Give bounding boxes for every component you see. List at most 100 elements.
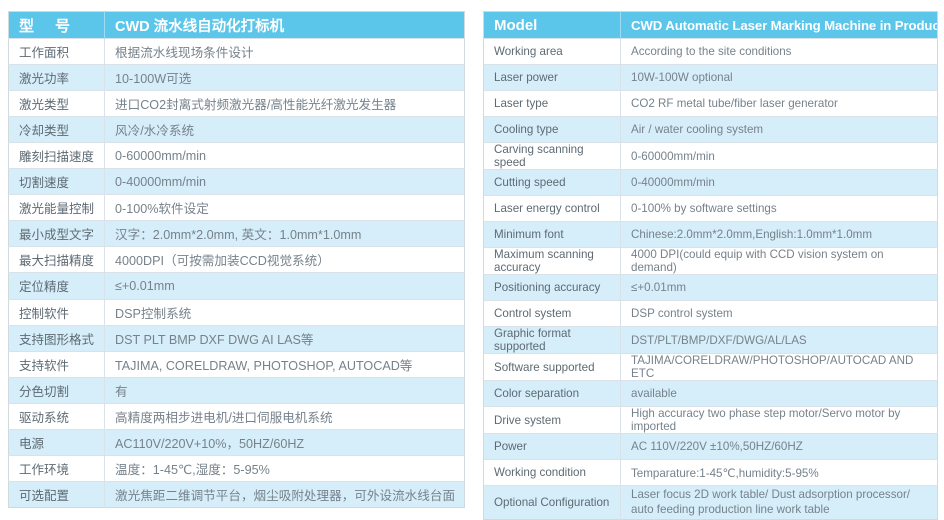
row-value: 0-40000mm/min [620,169,938,196]
row-label: Maximum scanning accuracy [483,247,621,275]
table-row: 激光类型 进口CO2封离式射频激光器/高性能光纤激光发生器 [8,90,465,117]
row-value: 0-100% by software settings [620,195,938,222]
row-label: 支持软件 [8,350,105,378]
row-label: Software supported [483,353,621,381]
row-label: 雕刻扫描速度 [8,142,105,169]
table-row: 控制软件 DSP控制系统 [8,298,465,326]
table-row: 分色切割有 [8,376,465,404]
row-label: 定位精度 [8,272,105,300]
row-value: Air / water cooling system [620,116,938,143]
row-value: High accuracy two phase step motor/Servo… [620,406,938,434]
english-header-model-label: Model [483,11,621,39]
row-label: 切割速度 [8,168,105,195]
row-value: 温度：1-45℃,湿度：5-95% [104,454,465,482]
english-spec-table: Model CWD Automatic Laser Marking Machin… [483,11,938,520]
row-value: DST PLT BMP DXF DWG AI LAS等 [104,324,465,352]
row-label: Color separation [483,380,621,407]
row-value: CO2 RF metal tube/fiber laser generator [620,90,938,117]
table-row: 定位精度 ≤+0.01mm [8,272,465,300]
row-value: 高精度两相步进电机/进口伺服电机系统 [104,402,465,430]
table-row: Optional Configuration Laser focus 2D wor… [483,485,938,520]
spec-sheet-page: 型 号 CWD 流水线自动化打标机 工作面积 根据流水线现场条件设计 激光功率 10-… [0,0,944,520]
table-row: Positioning accuracy ≤+0.01mm [483,274,938,301]
table-row: 工作面积 根据流水线现场条件设计 [8,38,465,65]
row-label: 分色切割 [8,376,105,404]
english-table-header-row: Model CWD Automatic Laser Marking Machin… [483,11,938,39]
row-value: Temparature:1-45℃,humidity:5-95% [620,459,938,486]
row-value: Laser focus 2D work table/ Dust adsorpti… [620,485,938,520]
table-row: 激光能量控制 0-100%软件设定 [8,194,465,221]
row-value: 根据流水线现场条件设计 [104,38,465,65]
row-value: 汉字：2.0mm*2.0mm, 英文：1.0mm*1.0mm [104,220,465,247]
table-row: 电源 AC110V/220V+10%，50HZ/60HZ [8,428,465,456]
chinese-header-model-label: 型 号 [8,11,105,39]
table-row: Cutting speed 0-40000mm/min [483,169,938,196]
row-value: AC110V/220V+10%，50HZ/60HZ [104,428,465,456]
table-row: 可选配置 激光焦距二维调节平台，烟尘吸附处理器，可外设流水线台面 [8,480,465,508]
row-label: Drive system [483,406,621,434]
row-label: Laser power [483,64,621,91]
row-label: 可选配置 [8,480,105,508]
row-value: 激光焦距二维调节平台，烟尘吸附处理器，可外设流水线台面 [104,480,465,508]
row-label: Positioning accuracy [483,274,621,301]
row-value: ≤+0.01mm [620,274,938,301]
table-row: Software supported TAJIMA/CORELDRAW/PHOTO… [483,353,938,381]
row-value: 10W-100W optional [620,64,938,91]
row-value: Chinese:2.0mm*2.0mm,English:1.0mm*1.0mm [620,221,938,248]
table-row: 雕刻扫描速度 0-60000mm/min [8,142,465,169]
row-value: 0-40000mm/min [104,168,465,195]
row-label: Optional Configuration [483,485,621,520]
row-value: 0-60000mm/min [620,142,938,170]
table-row: Laser type CO2 RF metal tube/fiber laser … [483,90,938,117]
table-row: Cooling type Air / water cooling system [483,116,938,143]
chinese-table-header-row: 型 号 CWD 流水线自动化打标机 [8,11,465,39]
row-label: Cooling type [483,116,621,143]
english-header-model-value: CWD Automatic Laser Marking Machine in P… [620,11,938,39]
row-label: Laser type [483,90,621,117]
row-value: DSP control system [620,300,938,327]
row-label: Power [483,433,621,460]
row-value: ≤+0.01mm [104,272,465,300]
row-label: 最大扫描精度 [8,246,105,273]
table-row: Drive system High accuracy two phase step… [483,406,938,434]
row-value: 0-100%软件设定 [104,194,465,221]
table-row: 激光功率 10-100W可选 [8,64,465,91]
table-row: Graphic format supported DST/PLT/BMP/DXF/… [483,326,938,354]
table-row: Minimum font Chinese:2.0mm*2.0mm,English:… [483,221,938,248]
row-label: 驱动系统 [8,402,105,430]
table-row: 工作环境 温度：1-45℃,湿度：5-95% [8,454,465,482]
chinese-spec-table: 型 号 CWD 流水线自动化打标机 工作面积 根据流水线现场条件设计 激光功率 10-… [8,11,465,508]
table-row: Working condition Temparature:1-45℃,humid… [483,459,938,486]
row-value: 10-100W可选 [104,64,465,91]
row-label: Cutting speed [483,169,621,196]
row-label: 工作环境 [8,454,105,482]
table-row: 最小成型文字 汉字：2.0mm*2.0mm, 英文：1.0mm*1.0mm [8,220,465,247]
row-value: According to the site conditions [620,38,938,65]
row-value: AC 110V/220V ±10%,50HZ/60HZ [620,433,938,460]
row-value: 风冷/水冷系统 [104,116,465,143]
table-row: 驱动系统 高精度两相步进电机/进口伺服电机系统 [8,402,465,430]
table-row: 切割速度 0-40000mm/min [8,168,465,195]
row-label: Control system [483,300,621,327]
row-value: available [620,380,938,407]
table-row: 支持图形格式 DST PLT BMP DXF DWG AI LAS等 [8,324,465,352]
row-value: 0-60000mm/min [104,142,465,169]
row-value: 进口CO2封离式射频激光器/高性能光纤激光发生器 [104,90,465,117]
row-label: 激光能量控制 [8,194,105,221]
table-row: Working area According to the site condit… [483,38,938,65]
row-value: TAJIMA, CORELDRAW, PHOTOSHOP, AUTOCAD等 [104,350,465,378]
row-label: Working area [483,38,621,65]
chinese-header-model-value: CWD 流水线自动化打标机 [104,11,465,39]
english-table-body: Model CWD Automatic Laser Marking Machin… [483,11,938,520]
table-row: Color separation available [483,380,938,407]
table-row: Control system DSP control system [483,300,938,327]
table-row: 最大扫描精度 4000DPI（可按需加装CCD视觉系统） [8,246,465,273]
table-row: Power AC 110V/220V ±10%,50HZ/60HZ [483,433,938,460]
row-value: 4000DPI（可按需加装CCD视觉系统） [104,246,465,273]
table-row: 冷却类型 风冷/水冷系统 [8,116,465,143]
row-value: DST/PLT/BMP/DXF/DWG/AL/LAS [620,326,938,354]
row-label: Graphic format supported [483,326,621,354]
row-label: Laser energy control [483,195,621,222]
row-label: 控制软件 [8,298,105,326]
table-row: Carving scanning speed 0-60000mm/min [483,142,938,170]
